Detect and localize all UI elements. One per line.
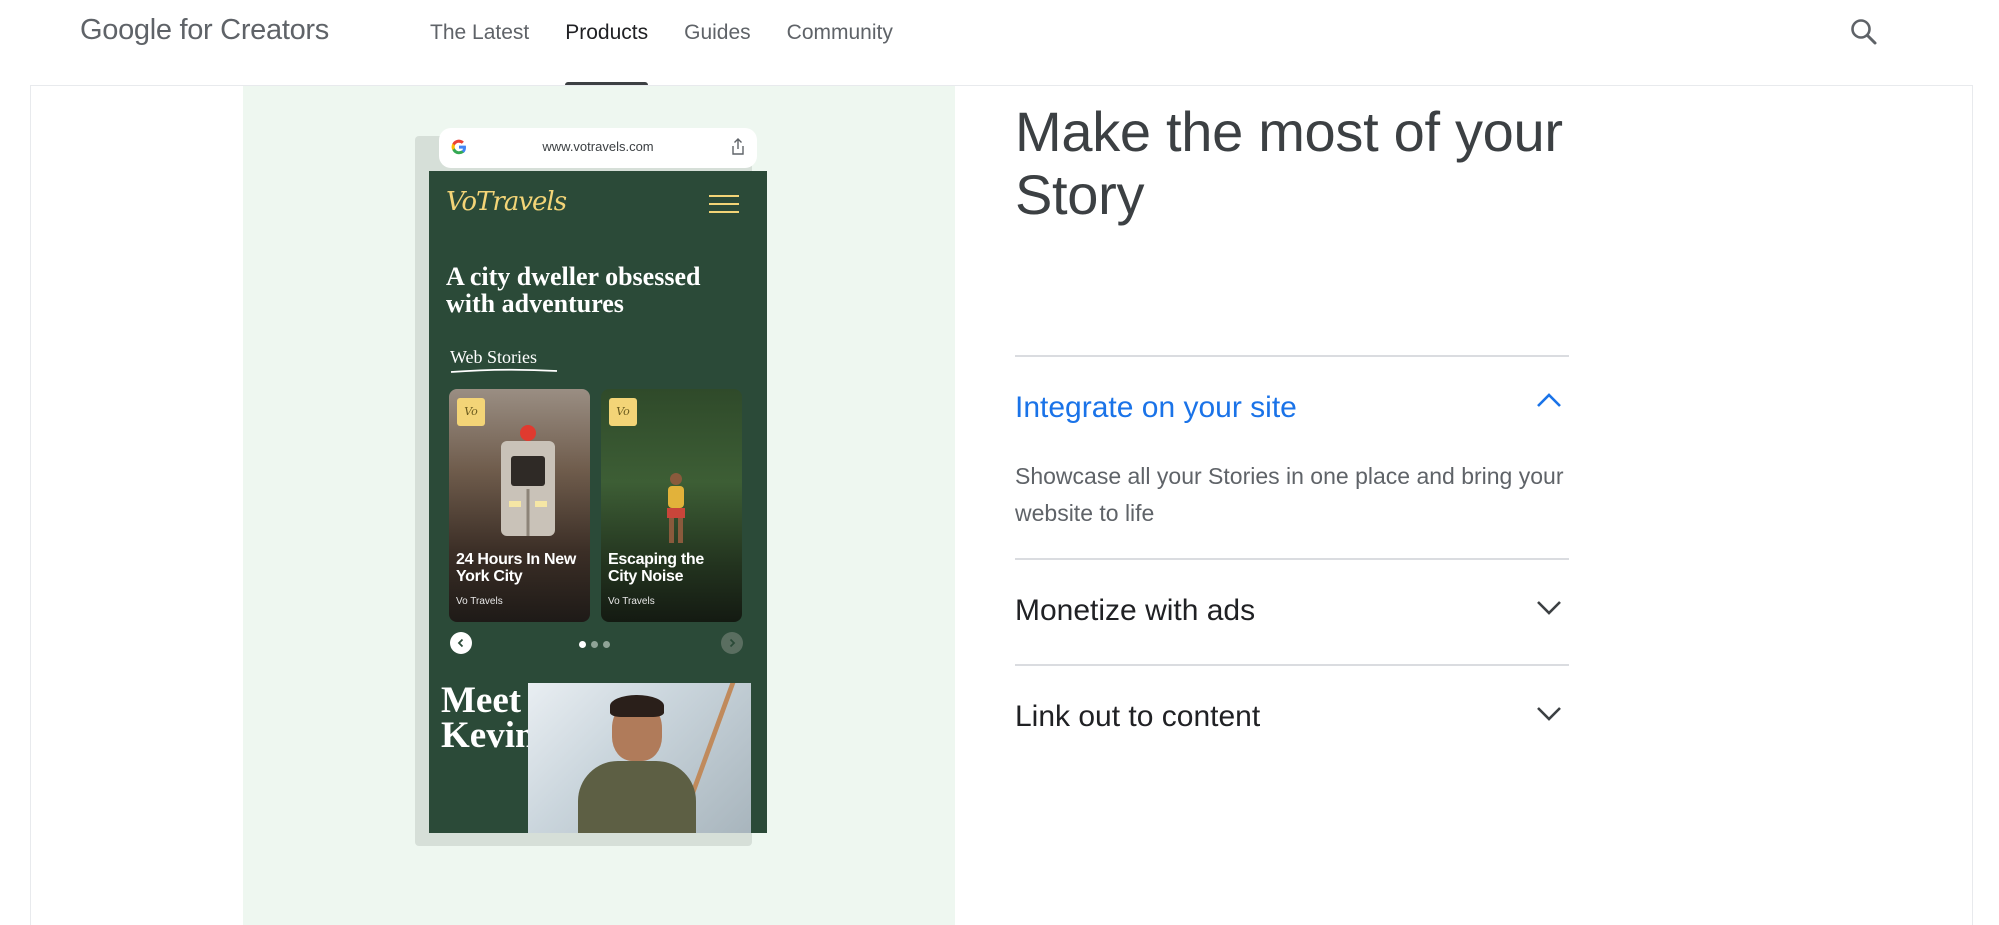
kevin-portrait-photo [528,683,751,833]
nav-link-guides[interactable]: Guides [666,0,769,86]
chevron-up-icon[interactable] [1535,391,1563,409]
main-nav: The Latest Products Guides Community [412,0,911,86]
accordion-title[interactable]: Link out to content [1015,700,1260,734]
underline-swash [450,368,558,373]
story-title: Escaping the City Noise [608,551,704,585]
chevron-down-icon[interactable] [1535,599,1563,617]
top-nav: Google for Creators The Latest Products … [0,0,1999,86]
nav-link-products[interactable]: Products [547,0,666,86]
kevin-hair [610,695,664,717]
kevin-shirt [578,761,696,833]
story-card: Vo 24 Hours In New York City Vo Travels [449,389,590,622]
accordion-title[interactable]: Monetize with ads [1015,594,1255,628]
google-for-creators-logo[interactable]: Google for Creators [80,14,329,47]
carousel-dot [579,641,586,648]
story-author: Vo Travels [608,596,655,607]
carousel-dots [579,641,610,648]
phone-mockup: www.votravels.com VoTravels A city dwell… [415,128,767,888]
accordion-item-link-out[interactable]: Link out to content [1015,664,1569,770]
accordion-title[interactable]: Integrate on your site [1015,391,1297,425]
nav-link-community[interactable]: Community [769,0,911,86]
accordion-body: Showcase all your Stories in one place a… [1015,463,1564,526]
phone-preview-panel: www.votravels.com VoTravels A city dwell… [243,86,955,925]
carousel-next-button [721,632,743,654]
carousel-prev-button [450,632,472,654]
accordion-item-monetize[interactable]: Monetize with ads [1015,558,1569,664]
site-headline: A city dweller obsessed with adventures [446,262,701,318]
section-heading: Make the most of your Story [1015,100,1563,226]
hamburger-menu-icon [709,195,739,215]
vo-travels-logo: VoTravels [446,187,567,217]
hiker-illustration [667,473,685,543]
story-card: Vo Escaping the City Noise Vo Travels [601,389,742,622]
story-badge: Vo [609,398,637,426]
share-icon [732,138,744,155]
story-author: Vo Travels [456,596,503,607]
feature-card: www.votravels.com VoTravels A city dwell… [30,85,1973,925]
story-title: 24 Hours In New York City [456,551,576,585]
chevron-down-icon[interactable] [1535,705,1563,723]
accordion-item-integrate[interactable]: Integrate on your site Showcase all your… [1015,355,1569,558]
search-icon[interactable] [1848,16,1880,48]
meet-kevin-heading: Meet Kevin [441,680,536,756]
story-badge: Vo [457,398,485,426]
browser-address-bar: www.votravels.com [439,128,757,168]
subway-train-illustration [501,425,555,536]
phone-screen: VoTravels A city dweller obsessed with a… [429,171,767,833]
carousel-dot [603,641,610,648]
url-text: www.votravels.com [542,139,654,154]
carousel-dot [591,641,598,648]
nav-link-the-latest[interactable]: The Latest [412,0,547,86]
web-stories-label: Web Stories [450,347,538,367]
